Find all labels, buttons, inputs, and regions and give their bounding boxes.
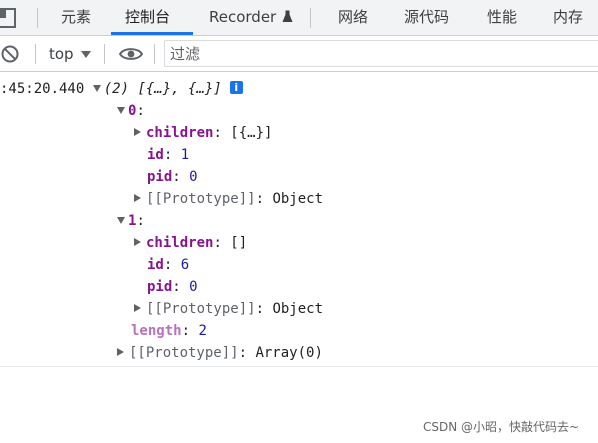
expand-children-toggle[interactable] bbox=[134, 238, 141, 246]
tab-elements[interactable]: 元素 bbox=[61, 0, 91, 35]
console-toolbar: top bbox=[0, 37, 598, 72]
tab-recorder[interactable]: Recorder bbox=[209, 0, 293, 35]
info-icon[interactable]: i bbox=[229, 81, 243, 94]
property-id: id: 1 bbox=[147, 147, 190, 163]
console-log-entry: :45:20.440 (2) [{…}, {…}] i bbox=[0, 78, 243, 100]
property-key: [[Prototype]] bbox=[146, 191, 256, 207]
toolbar-separator bbox=[35, 44, 36, 64]
devtools-tab-bar: 元素 控制台 Recorder 网络 源代码 性能 内存 bbox=[0, 0, 598, 36]
property-prototype[interactable]: [[Prototype]]: Object bbox=[134, 188, 323, 210]
expand-array-toggle[interactable] bbox=[92, 84, 101, 92]
property-key: [[Prototype]] bbox=[146, 301, 256, 317]
property-key: children bbox=[146, 235, 214, 251]
property-value: 1 bbox=[180, 147, 190, 163]
array-item-1[interactable]: 1: bbox=[117, 210, 145, 232]
property-value: [] bbox=[230, 235, 248, 251]
chevron-down-icon bbox=[81, 51, 91, 58]
property-children[interactable]: children: [{…}] bbox=[134, 122, 272, 144]
context-selector-value: top bbox=[49, 45, 74, 63]
expand-item-toggle[interactable] bbox=[117, 216, 125, 224]
property-pid: pid: 0 bbox=[147, 169, 198, 185]
property-value: 2 bbox=[198, 323, 207, 339]
property-key: length bbox=[131, 323, 182, 339]
expand-prototype-toggle[interactable] bbox=[134, 194, 141, 202]
eye-icon[interactable] bbox=[119, 46, 143, 62]
clear-console-icon[interactable] bbox=[1, 45, 19, 63]
tabbar-separator bbox=[37, 8, 38, 28]
property-value: 0 bbox=[189, 279, 198, 295]
tab-sources[interactable]: 源代码 bbox=[404, 0, 449, 35]
toolbar-separator bbox=[154, 44, 155, 64]
filter-input[interactable] bbox=[170, 42, 570, 66]
property-length: length: 2 bbox=[131, 323, 207, 339]
expand-item-toggle[interactable] bbox=[117, 106, 125, 114]
tabbar-separator bbox=[310, 8, 311, 28]
flask-icon bbox=[282, 10, 293, 22]
dock-side-icon[interactable] bbox=[0, 8, 18, 28]
property-id: id: 6 bbox=[147, 257, 190, 273]
property-children[interactable]: children: [] bbox=[134, 232, 247, 254]
context-selector[interactable]: top bbox=[49, 37, 74, 71]
property-pid: pid: 0 bbox=[147, 279, 198, 295]
active-tab-indicator bbox=[111, 32, 193, 35]
property-key: pid bbox=[147, 169, 173, 185]
expand-children-toggle[interactable] bbox=[134, 128, 141, 136]
expand-prototype-toggle[interactable] bbox=[117, 348, 124, 356]
tab-network[interactable]: 网络 bbox=[338, 0, 368, 35]
console-entry-divider bbox=[0, 366, 598, 367]
tab-performance[interactable]: 性能 bbox=[487, 0, 517, 35]
property-value: 6 bbox=[180, 257, 190, 273]
property-value: Object bbox=[272, 191, 324, 207]
property-prototype[interactable]: [[Prototype]]: Object bbox=[134, 298, 323, 320]
property-value: [{…}] bbox=[230, 125, 273, 141]
watermark-text: CSDN @小昭，快敲代码去~ bbox=[423, 420, 580, 434]
property-key: pid bbox=[147, 279, 173, 295]
tab-console[interactable]: 控制台 bbox=[125, 0, 170, 35]
tab-recorder-label: Recorder bbox=[209, 8, 277, 26]
array-prototype[interactable]: [[Prototype]]: Array(0) bbox=[117, 342, 323, 364]
tab-memory[interactable]: 内存 bbox=[553, 0, 583, 35]
toolbar-separator bbox=[104, 44, 105, 64]
property-key: [[Prototype]] bbox=[129, 345, 239, 361]
property-key: children bbox=[146, 125, 214, 141]
expand-prototype-toggle[interactable] bbox=[134, 304, 141, 312]
property-value: Object bbox=[272, 301, 324, 317]
property-value: Array(0) bbox=[255, 345, 323, 361]
log-timestamp: :45:20.440 bbox=[0, 81, 85, 97]
array-item-0[interactable]: 0: bbox=[117, 100, 145, 122]
array-summary[interactable]: (2) [{…}, {…}] bbox=[104, 81, 222, 97]
property-key: id bbox=[147, 147, 164, 163]
property-key: id bbox=[147, 257, 164, 273]
property-value: 0 bbox=[189, 169, 198, 185]
